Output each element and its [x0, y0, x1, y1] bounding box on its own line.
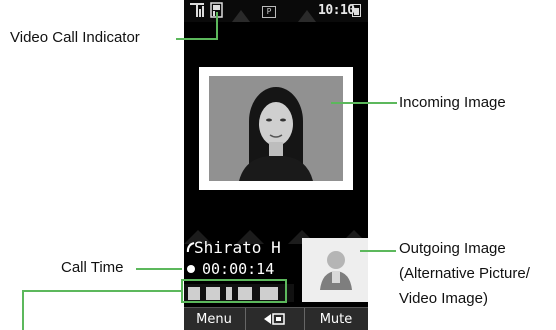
call-time-label: Call Time	[61, 259, 124, 276]
incoming-image-label: Incoming Image	[399, 94, 506, 111]
callout-line	[216, 12, 218, 40]
caller-portrait	[209, 76, 343, 181]
outgoing-image-label-3: Video Image)	[399, 290, 488, 307]
callout-line	[22, 290, 24, 330]
video-call-indicator-label: Video Call Indicator	[10, 29, 140, 46]
callout-line	[136, 268, 182, 270]
signal-icon	[190, 3, 204, 17]
p-badge: P	[262, 6, 276, 18]
menu-softkey[interactable]: Menu	[184, 308, 244, 330]
camera-switch-softkey[interactable]	[245, 308, 305, 330]
callout-line	[331, 102, 397, 104]
outgoing-image	[302, 238, 368, 302]
softkey-bar: Menu Mute	[184, 307, 368, 330]
callout-line	[176, 38, 218, 40]
status-separator	[232, 10, 250, 22]
call-time: 00:00:14	[202, 260, 275, 278]
status-separator	[298, 10, 316, 22]
status-bar: P 10:10	[184, 0, 368, 22]
callout-line	[22, 290, 182, 292]
status-icons-highlight	[181, 279, 287, 303]
incoming-image-frame	[199, 67, 353, 190]
incoming-image	[209, 76, 343, 181]
camera-switch-icon	[264, 313, 285, 325]
clock-icon	[187, 265, 195, 273]
outgoing-image-label-1: Outgoing Image	[399, 240, 506, 257]
callout-line	[360, 250, 396, 252]
caller-name: Shirato H	[194, 238, 281, 257]
alternative-picture-icon	[302, 238, 368, 302]
mute-softkey[interactable]: Mute	[304, 308, 368, 330]
clock-time: 10:10	[318, 3, 355, 18]
outgoing-image-label-2: (Alternative Picture/	[399, 265, 530, 282]
battery-icon	[352, 4, 361, 17]
